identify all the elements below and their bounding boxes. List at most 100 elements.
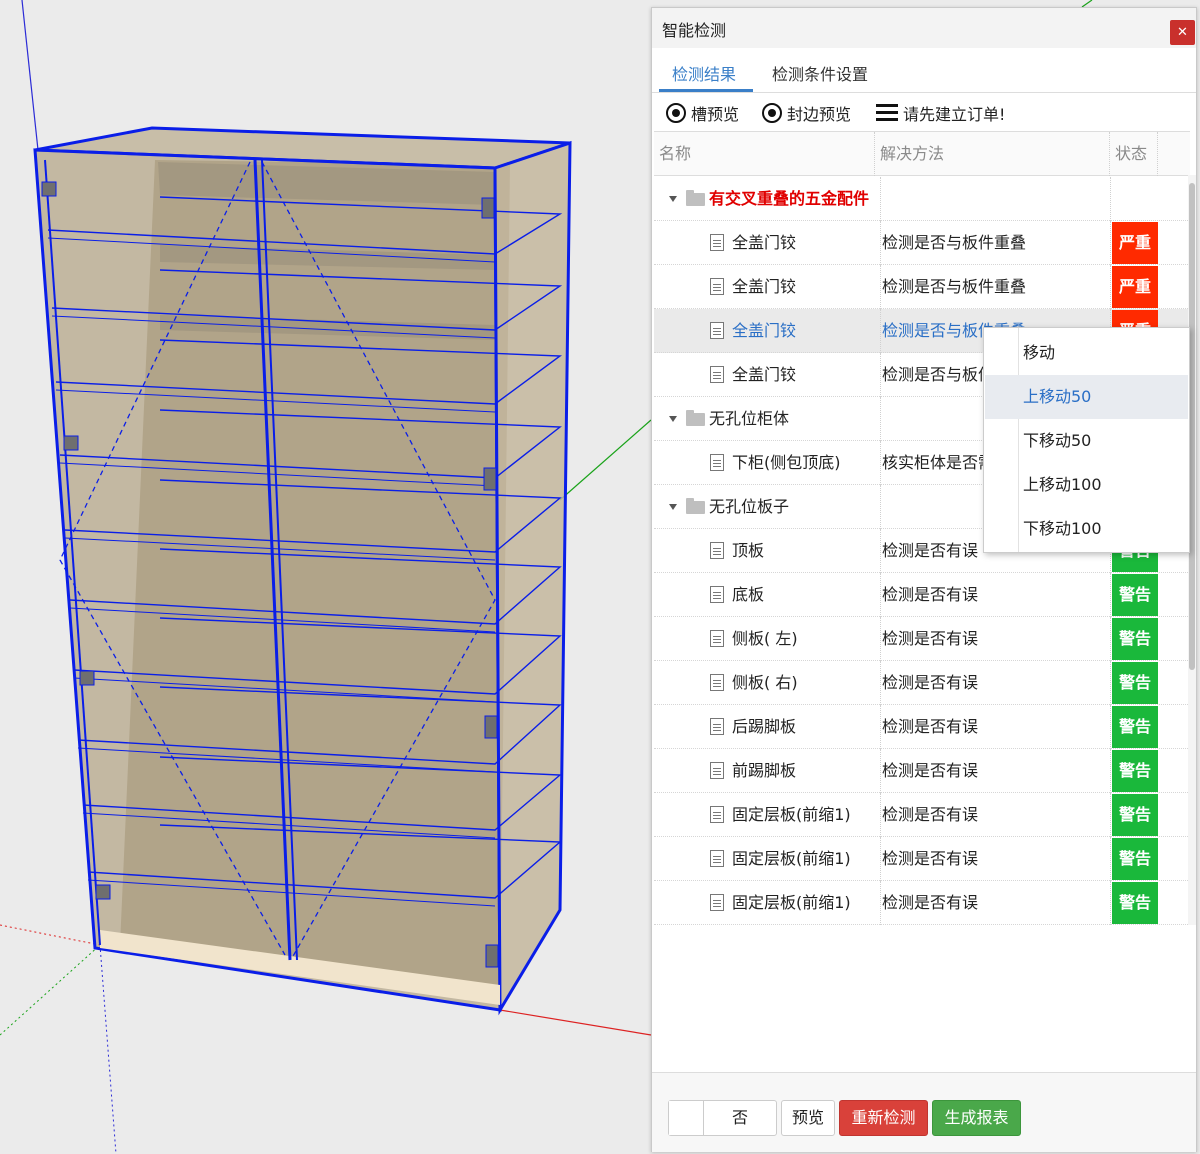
context-menu-item[interactable]: 移动: [985, 331, 1188, 375]
row-method: 检测是否有误: [880, 881, 1110, 925]
context-menu-item[interactable]: 下移动100: [985, 507, 1188, 551]
folder-icon: [686, 190, 705, 206]
row-name: 顶板: [732, 541, 765, 560]
row-status-cell: 警告: [1110, 617, 1158, 661]
document-icon: [710, 278, 724, 295]
status-badge: 警告: [1112, 706, 1158, 748]
recheck-button[interactable]: 重新检测: [839, 1100, 928, 1136]
row-method: 检测是否与板件重叠: [880, 265, 1110, 309]
tree-group-row[interactable]: 有交叉重叠的五金配件: [654, 177, 1190, 221]
order-notice-label: 请先建立订单!: [903, 105, 1006, 124]
row-status-cell: 警告: [1110, 661, 1158, 705]
row-name: 固定层板(前缩1): [732, 893, 851, 912]
status-badge: 严重: [1112, 222, 1158, 264]
status-badge: 警告: [1112, 794, 1158, 836]
slot-preview-toggle[interactable]: 槽预览: [666, 101, 739, 125]
row-status-cell: 严重: [1110, 221, 1158, 265]
row-name: 有交叉重叠的五金配件: [709, 189, 870, 208]
row-method: 检测是否与板件重叠: [880, 221, 1110, 265]
row-status-cell: 严重: [1110, 265, 1158, 309]
row-method: 检测是否有误: [880, 793, 1110, 837]
grid-header: 名称 解决方法 状态: [654, 132, 1190, 176]
row-method: [880, 177, 1110, 221]
document-icon: [710, 762, 724, 779]
row-status-cell: 警告: [1110, 837, 1158, 881]
yes-no-switch[interactable]: 否: [668, 1100, 777, 1136]
preview-button[interactable]: 预览: [781, 1100, 835, 1136]
row-method: 检测是否有误: [880, 837, 1110, 881]
edge-preview-toggle[interactable]: 封边预览: [762, 101, 851, 125]
row-name: 全盖门铰: [732, 233, 797, 252]
row-name: 无孔位板子: [709, 497, 790, 516]
context-menu-item[interactable]: 下移动50: [985, 419, 1188, 463]
status-badge: 严重: [1112, 266, 1158, 308]
active-tab-indicator: [659, 89, 753, 92]
edge-preview-label: 封边预览: [787, 105, 852, 124]
tab-bar: 检测结果 检测条件设置: [652, 48, 1196, 93]
panel-titlebar[interactable]: 智能检测 ✕: [652, 8, 1196, 48]
column-header-status[interactable]: 状态: [1110, 132, 1158, 176]
table-row[interactable]: 侧板( 左) 检测是否有误 警告: [654, 617, 1190, 661]
document-icon: [710, 322, 724, 339]
table-row[interactable]: 全盖门铰 检测是否与板件重叠严重: [654, 265, 1190, 309]
row-method: 检测是否有误: [880, 749, 1110, 793]
row-status-cell: 警告: [1110, 793, 1158, 837]
row-method: 检测是否有误: [880, 705, 1110, 749]
document-icon: [710, 454, 724, 471]
close-icon[interactable]: ✕: [1170, 20, 1195, 45]
table-row[interactable]: 固定层板(前缩1) 检测是否有误 警告: [654, 837, 1190, 881]
generate-report-button[interactable]: 生成报表: [932, 1100, 1021, 1136]
triangle-down-icon[interactable]: [669, 416, 677, 422]
triangle-down-icon[interactable]: [669, 504, 677, 510]
switch-label: 否: [731, 1108, 748, 1127]
table-row[interactable]: 前踢脚板 检测是否有误 警告: [654, 749, 1190, 793]
menu-icon: [876, 104, 898, 122]
row-status-cell: 警告: [1110, 749, 1158, 793]
eye-icon: [666, 103, 686, 123]
row-status-cell: 警告: [1110, 705, 1158, 749]
row-name: 侧板( 右): [732, 673, 798, 692]
switch-knob[interactable]: [669, 1101, 704, 1135]
cabinet-model[interactable]: [33, 126, 572, 1016]
row-name: 底板: [732, 585, 765, 604]
document-icon: [710, 630, 724, 647]
tab-detection-settings[interactable]: 检测条件设置: [772, 61, 868, 85]
table-row[interactable]: 全盖门铰 检测是否与板件重叠严重: [654, 221, 1190, 265]
row-method: 检测是否有误: [880, 573, 1110, 617]
row-name: 下柜(侧包顶底): [732, 453, 841, 472]
row-name: 固定层板(前缩1): [732, 805, 851, 824]
table-row[interactable]: 后踢脚板 检测是否有误 警告: [654, 705, 1190, 749]
slot-preview-label: 槽预览: [691, 105, 740, 124]
document-icon: [710, 806, 724, 823]
table-row[interactable]: 固定层板(前缩1) 检测是否有误 警告: [654, 881, 1190, 925]
smart-detection-panel: 智能检测 ✕ 检测结果 检测条件设置 槽预览 封边预览 请先建立订单! 名称 解…: [651, 7, 1197, 1152]
document-icon: [710, 850, 724, 867]
row-method: 检测是否有误: [880, 661, 1110, 705]
column-header-method[interactable]: 解决方法: [875, 132, 1110, 176]
document-icon: [710, 718, 724, 735]
table-row[interactable]: 侧板( 右) 检测是否有误 警告: [654, 661, 1190, 705]
table-row[interactable]: 底板 检测是否有误 警告: [654, 573, 1190, 617]
context-menu-item[interactable]: 上移动50: [985, 375, 1188, 419]
row-name: 全盖门铰: [732, 321, 797, 340]
row-name: 无孔位柜体: [709, 409, 790, 428]
tab-detection-results[interactable]: 检测结果: [672, 61, 736, 85]
toolbar: 槽预览 封边预览 请先建立订单!: [652, 93, 1196, 131]
status-badge: 警告: [1112, 882, 1158, 924]
status-badge: 警告: [1112, 838, 1158, 880]
document-icon: [710, 894, 724, 911]
context-menu-item[interactable]: 上移动100: [985, 463, 1188, 507]
row-name: 全盖门铰: [732, 365, 797, 384]
row-name: 全盖门铰: [732, 277, 797, 296]
column-header-name[interactable]: 名称: [654, 132, 875, 176]
row-name: 前踢脚板: [732, 761, 797, 780]
triangle-down-icon[interactable]: [669, 196, 677, 202]
eye-icon: [762, 103, 782, 123]
row-name: 侧板( 左): [732, 629, 798, 648]
table-row[interactable]: 固定层板(前缩1) 检测是否有误 警告: [654, 793, 1190, 837]
order-menu-button[interactable]: 请先建立订单!: [876, 101, 1005, 125]
row-name: 后踢脚板: [732, 717, 797, 736]
status-badge: 警告: [1112, 662, 1158, 704]
document-icon: [710, 674, 724, 691]
panel-footer: 否 预览 重新检测 生成报表: [652, 1072, 1196, 1152]
